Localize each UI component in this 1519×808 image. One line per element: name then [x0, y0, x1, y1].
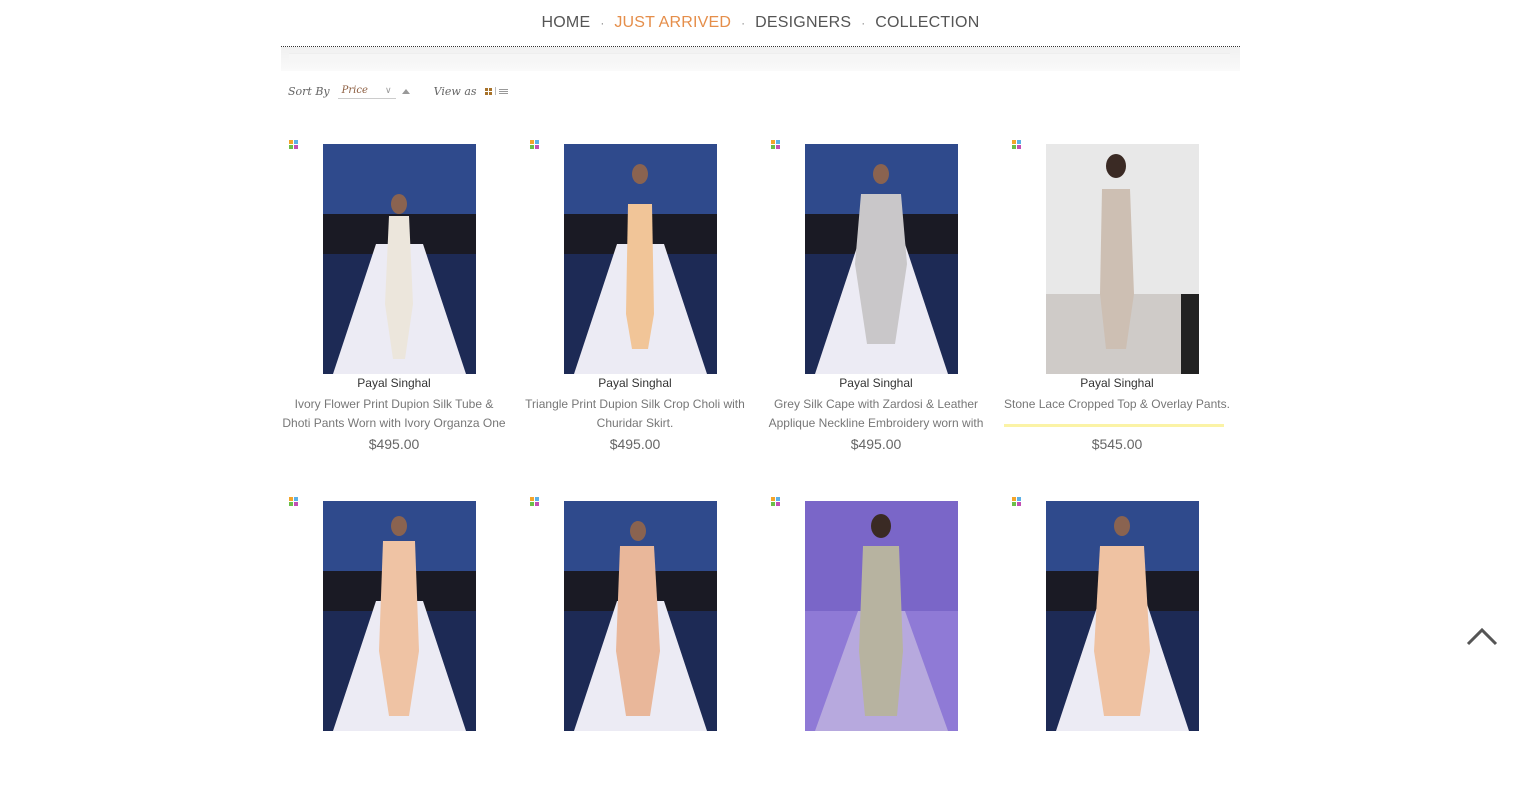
sub-bar-inner [289, 53, 1230, 62]
quick-view-icon[interactable] [530, 140, 539, 149]
product-designer[interactable]: Payal Singhal [1004, 376, 1230, 390]
product-name[interactable]: Stone Lace Cropped Top & Overlay Pants. [1004, 395, 1230, 433]
product-card: Payal Singhal Grey Silk Cape with Zardos… [763, 138, 1004, 452]
product-designer[interactable]: Payal Singhal [763, 376, 989, 390]
toolbar: Sort By Price ∨ View as [288, 82, 508, 100]
quick-view-icon[interactable] [289, 497, 298, 506]
product-grid: Payal Singhal Ivory Flower Print Dupion … [281, 138, 1243, 808]
product-image[interactable] [805, 501, 958, 731]
back-to-top-button[interactable] [1464, 622, 1500, 650]
view-divider [494, 87, 496, 95]
product-image[interactable] [564, 144, 717, 374]
nav-separator: · [861, 16, 866, 30]
product-name[interactable] [522, 752, 748, 790]
product-image[interactable] [323, 144, 476, 374]
product-name[interactable]: Triangle Print Dupion Silk Crop Choli wi… [522, 395, 748, 433]
product-name[interactable]: Grey Silk Cape with Zardosi & Leather Ap… [763, 395, 989, 433]
product-card: Payal Singhal Triangle Print Dupion Silk… [522, 138, 763, 452]
product-name[interactable] [281, 752, 507, 790]
product-image[interactable] [805, 144, 958, 374]
chevron-up-icon [1466, 627, 1498, 646]
sub-bar [281, 47, 1240, 71]
main-nav: HOME · JUST ARRIVED · DESIGNERS · COLLEC… [281, 0, 1240, 47]
product-card [522, 495, 763, 808]
product-name[interactable] [1004, 752, 1230, 790]
product-card [763, 495, 1004, 808]
sort-label: Sort By [288, 84, 330, 98]
product-card [1004, 495, 1245, 808]
highlight-bar [1004, 424, 1224, 427]
nav-separator: · [741, 16, 746, 30]
nav-designers[interactable]: DESIGNERS [751, 14, 855, 32]
view-label: View as [433, 84, 477, 98]
product-price: $495.00 [609, 436, 661, 452]
sort-value: Price [341, 85, 368, 96]
quick-view-icon[interactable] [289, 140, 298, 149]
product-card: Payal Singhal Stone Lace Cropped Top & O… [1004, 138, 1245, 452]
product-designer[interactable]: Payal Singhal [522, 376, 748, 390]
product-name[interactable] [763, 752, 989, 790]
chevron-down-icon: ∨ [385, 86, 392, 96]
sort-select[interactable]: Price ∨ [337, 83, 396, 99]
product-price: $495.00 [850, 436, 902, 452]
product-image[interactable] [1046, 501, 1199, 731]
nav-collection[interactable]: COLLECTION [871, 14, 983, 32]
nav-separator: · [600, 16, 605, 30]
quick-view-icon[interactable] [771, 497, 780, 506]
product-image[interactable] [323, 501, 476, 731]
quick-view-icon[interactable] [530, 497, 539, 506]
list-view-icon[interactable] [498, 88, 508, 94]
quick-view-icon[interactable] [1012, 140, 1021, 149]
product-designer[interactable]: Payal Singhal [281, 376, 507, 390]
product-price: $495.00 [368, 436, 420, 452]
nav-home[interactable]: HOME [538, 14, 595, 32]
grid-view-icon[interactable] [484, 87, 492, 95]
quick-view-icon[interactable] [771, 140, 780, 149]
product-image[interactable] [564, 501, 717, 731]
quick-view-icon[interactable] [1012, 497, 1021, 506]
product-card [281, 495, 522, 808]
product-name[interactable]: Ivory Flower Print Dupion Silk Tube & Dh… [281, 395, 507, 433]
product-image[interactable] [1046, 144, 1199, 374]
product-card: Payal Singhal Ivory Flower Print Dupion … [281, 138, 522, 452]
product-price: $545.00 [1091, 436, 1143, 452]
nav-just-arrived[interactable]: JUST ARRIVED [610, 14, 735, 32]
sort-direction-icon[interactable] [401, 88, 410, 94]
